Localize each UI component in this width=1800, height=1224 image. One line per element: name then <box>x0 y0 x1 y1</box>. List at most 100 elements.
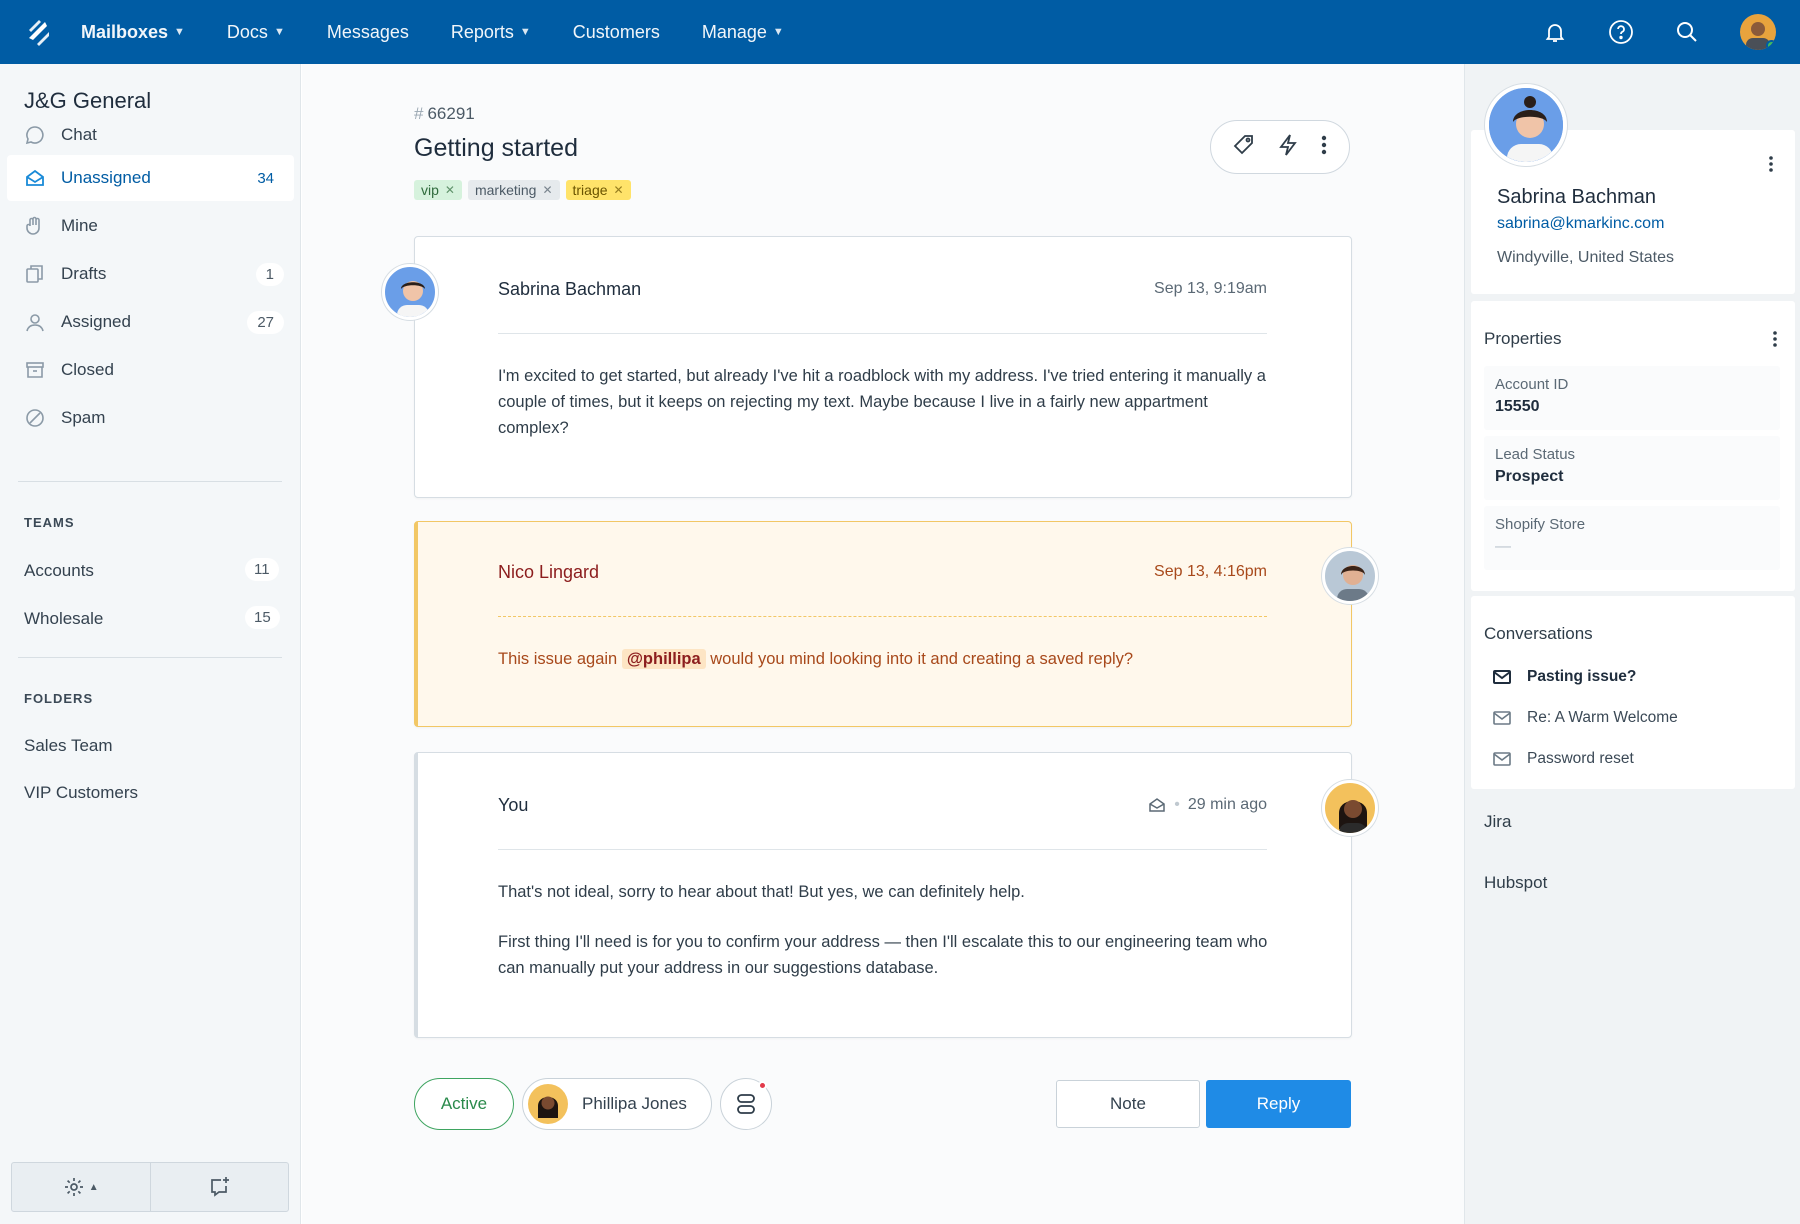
sidebar-item-mine[interactable]: Mine <box>7 203 294 249</box>
tag-icon[interactable] <box>1232 133 1256 162</box>
nav-docs[interactable]: Docs ▼ <box>227 22 285 43</box>
nav-customers[interactable]: Customers <box>573 22 660 43</box>
notification-dot <box>758 1081 767 1090</box>
thread-author[interactable]: You <box>498 795 528 816</box>
your-avatar[interactable] <box>1322 780 1378 836</box>
reply-button[interactable]: Reply <box>1206 1080 1351 1128</box>
thread-author[interactable]: Nico Lingard <box>498 562 599 583</box>
thread-body: This issue again @phillipa would you min… <box>498 646 1278 672</box>
agent-avatar[interactable] <box>1322 548 1378 604</box>
sidebar-item-label: Closed <box>61 360 114 379</box>
thread-agent-reply: You • 29 min ago That's not ideal, sorry… <box>414 752 1352 1038</box>
bell-icon[interactable] <box>1542 19 1568 45</box>
chevron-down-icon: ▼ <box>273 26 285 38</box>
chevron-down-icon: ▼ <box>772 26 784 38</box>
remove-tag-icon[interactable]: ✕ <box>614 183 624 197</box>
online-status-dot <box>1766 40 1776 50</box>
previous-conversation[interactable]: Pasting issue? <box>1493 668 1636 686</box>
nav-messages[interactable]: Messages <box>327 22 409 43</box>
more-vertical-icon[interactable] <box>1761 154 1781 174</box>
thread-divider <box>498 616 1267 617</box>
assignee-button[interactable]: Phillipa Jones <box>522 1078 712 1130</box>
chevron-up-icon: ▲ <box>88 1181 99 1193</box>
sidebar-item-count: 11 <box>245 558 279 581</box>
nav-manage[interactable]: Manage ▼ <box>702 22 784 43</box>
customer-profile-avatar[interactable] <box>1485 84 1567 166</box>
more-vertical-icon[interactable] <box>1320 134 1328 161</box>
lightning-icon[interactable] <box>1277 133 1299 162</box>
app-jira[interactable]: Jira <box>1484 812 1511 832</box>
person-icon <box>25 312 45 332</box>
sidebar-item-chat[interactable]: Chat <box>7 112 294 158</box>
nav-manage-label: Manage <box>701 21 767 42</box>
note-text-end: would you mind looking into it and creat… <box>710 650 1134 668</box>
thread-timestamp: Sep 13, 9:19am <box>1154 280 1267 297</box>
sidebar-item-accounts[interactable]: Accounts <box>24 561 94 581</box>
nav-reports[interactable]: Reports ▼ <box>451 22 531 43</box>
conversation-title[interactable]: Getting started <box>414 134 578 163</box>
remove-tag-icon[interactable]: ✕ <box>542 183 552 197</box>
sidebar-item-label: Spam <box>61 408 106 427</box>
thread-author[interactable]: Sabrina Bachman <box>498 279 641 300</box>
email-icon <box>1493 711 1511 725</box>
help-icon[interactable] <box>1608 19 1634 45</box>
previous-conversation[interactable]: Password reset <box>1493 750 1634 768</box>
customer-avatar[interactable] <box>382 264 438 320</box>
sidebar-item-vip-customers[interactable]: VIP Customers <box>24 783 138 803</box>
mailbox-title[interactable]: J&G General <box>24 88 151 114</box>
tag-vip[interactable]: vip ✕ <box>414 180 462 200</box>
sidebar-item-label: Assigned <box>61 312 131 331</box>
property-shopify-store[interactable]: Shopify Store — <box>1484 506 1780 570</box>
customer-name[interactable]: Sabrina Bachman <box>1497 186 1656 209</box>
note-text-start: This issue again <box>498 650 618 668</box>
tag-triage[interactable]: triage ✕ <box>565 180 631 200</box>
tag-marketing[interactable]: marketing ✕ <box>467 180 560 200</box>
sidebar-item-label: Unassigned <box>61 168 151 187</box>
helpscout-logo-icon[interactable] <box>25 18 53 46</box>
app-hubspot[interactable]: Hubspot <box>1484 873 1547 893</box>
customer-email[interactable]: sabrina@kmarkinc.com <box>1497 215 1664 233</box>
email-icon <box>1493 752 1511 766</box>
archive-icon <box>25 360 45 380</box>
remove-tag-icon[interactable]: ✕ <box>445 183 455 197</box>
status-button[interactable]: Active <box>414 1078 514 1130</box>
conversations-heading[interactable]: Conversations <box>1484 624 1593 644</box>
sidebar-item-drafts[interactable]: Drafts 1 <box>7 251 294 297</box>
search-icon[interactable] <box>1674 19 1700 45</box>
settings-button[interactable]: ▲ <box>12 1163 151 1211</box>
mention-tag[interactable]: @phillipa <box>621 649 706 669</box>
sidebar-item-assigned[interactable]: Assigned 27 <box>7 299 294 345</box>
property-key: Account ID <box>1495 376 1569 393</box>
sidebar-item-sales-team[interactable]: Sales Team <box>24 736 113 756</box>
sidebar-item-spam[interactable]: Spam <box>7 395 294 441</box>
nav-reports-label: Reports <box>450 21 514 42</box>
nav-mailboxes[interactable]: Mailboxes ▼ <box>81 22 185 43</box>
tag-label: vip <box>421 182 439 198</box>
sidebar-item-closed[interactable]: Closed <box>7 347 294 393</box>
property-key: Lead Status <box>1495 446 1576 463</box>
user-avatar[interactable] <box>1740 14 1776 50</box>
conversation-label: Password reset <box>1527 750 1634 767</box>
properties-card: Properties Account ID 15550 Lead Status … <box>1471 301 1795 591</box>
new-chat-icon <box>211 1177 230 1197</box>
nav-messages-label: Messages <box>326 21 409 42</box>
nav-docs-label: Docs <box>226 21 268 42</box>
property-lead-status[interactable]: Lead Status Prospect <box>1484 436 1780 500</box>
thread-divider <box>498 333 1267 334</box>
sidebar-footer: ▲ <box>11 1162 289 1212</box>
sidebar-divider <box>18 481 282 482</box>
workflows-button[interactable] <box>720 1078 772 1130</box>
note-button[interactable]: Note <box>1056 1080 1200 1128</box>
teams-heading: TEAMS <box>24 515 75 530</box>
previous-conversation[interactable]: Re: A Warm Welcome <box>1493 709 1678 727</box>
new-chat-button[interactable] <box>151 1163 289 1211</box>
thread-body-paragraph: That's not ideal, sorry to hear about th… <box>498 883 1025 901</box>
property-account-id[interactable]: Account ID 15550 <box>1484 366 1780 430</box>
more-vertical-icon[interactable] <box>1765 329 1785 349</box>
email-icon <box>1493 670 1511 684</box>
sidebar-item-wholesale[interactable]: Wholesale <box>24 609 103 629</box>
assignee-avatar <box>528 1084 568 1124</box>
sidebar-item-unassigned[interactable]: Unassigned 34 <box>7 155 294 201</box>
properties-heading[interactable]: Properties <box>1484 329 1561 349</box>
thread-body: I'm excited to get started, but already … <box>498 367 1266 437</box>
